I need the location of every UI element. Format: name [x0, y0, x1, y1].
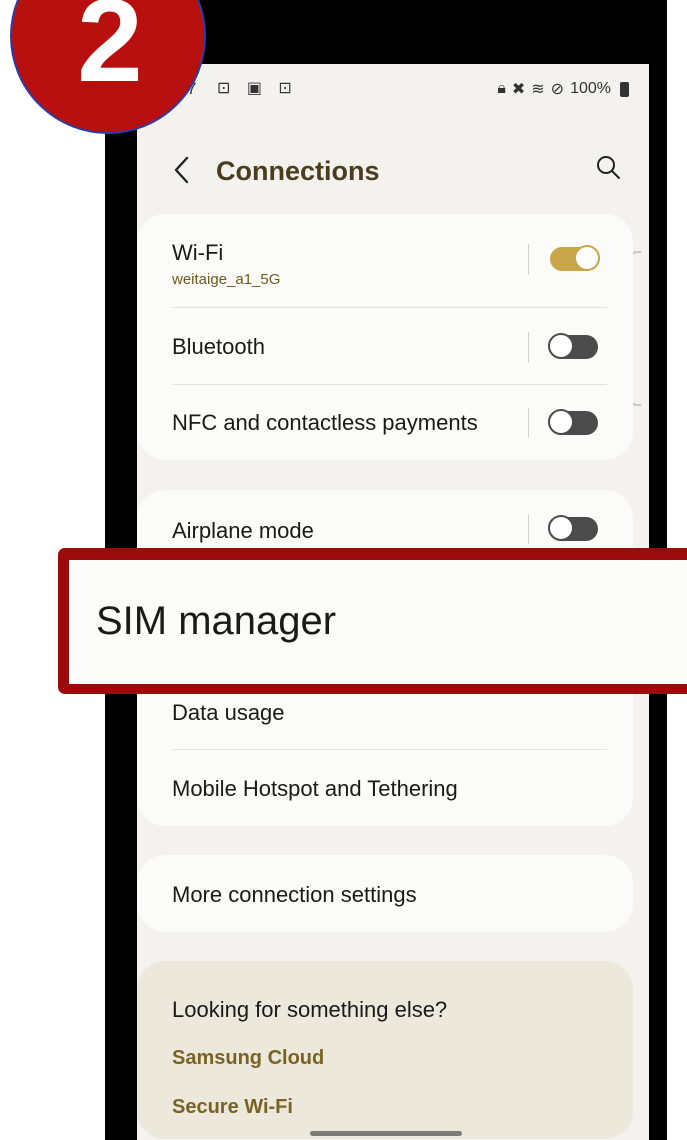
- lock-icon: 🔒︎: [497, 80, 506, 97]
- mute-icon: ✖: [511, 81, 526, 98]
- wifi-network: weitaige_a1_5G: [172, 271, 281, 288]
- data-usage-row[interactable]: Data usage: [172, 700, 613, 726]
- status-bar: 7 ⊡ ▣ ⊡ 🔒︎ ✖ ≋ ⊘ 100%: [137, 64, 649, 112]
- step-number: 2: [77, 0, 143, 107]
- airplane-row[interactable]: Airplane mode: [172, 518, 613, 544]
- hotspot-row[interactable]: Mobile Hotspot and Tethering: [172, 776, 613, 802]
- sim-manager-label: SIM manager: [96, 599, 337, 643]
- page-title: Connections: [216, 156, 380, 186]
- more-settings-label: More connection settings: [172, 882, 417, 907]
- more-settings-card[interactable]: More connection settings: [137, 855, 633, 932]
- bluetooth-row[interactable]: Bluetooth: [172, 334, 613, 360]
- divider: [172, 384, 607, 385]
- nfc-label: NFC and contactless payments: [172, 410, 478, 435]
- wifi-separator: [528, 244, 529, 274]
- airplane-separator: [528, 514, 529, 544]
- secure-wifi-link[interactable]: Secure Wi-Fi: [172, 1096, 293, 1119]
- wifi-row[interactable]: Wi-Fi weitaige_a1_5G: [172, 240, 613, 288]
- search-icon[interactable]: [593, 152, 625, 184]
- bluetooth-label: Bluetooth: [172, 334, 265, 359]
- divider: [172, 307, 607, 308]
- no-signal-icon: ⊘: [550, 81, 565, 98]
- airplane-label: Airplane mode: [172, 518, 314, 543]
- airplane-toggle[interactable]: [548, 515, 598, 541]
- battery-percent: 100%: [570, 80, 611, 97]
- status-right-icons: 🔒︎ ✖ ≋ ⊘ 100%: [497, 79, 629, 99]
- header: Connections: [137, 144, 649, 194]
- suggestions-card: Looking for something else? Samsung Clou…: [137, 961, 633, 1139]
- nfc-toggle[interactable]: [548, 409, 598, 435]
- nfc-row[interactable]: NFC and contactless payments: [172, 410, 613, 436]
- sim-manager-row[interactable]: SIM manager: [69, 560, 687, 684]
- divider: [172, 749, 607, 750]
- more-settings-row[interactable]: More connection settings: [172, 882, 613, 908]
- notification-icons: ⊡ ▣ ⊡: [217, 80, 298, 97]
- nfc-separator: [528, 408, 529, 438]
- data-usage-label: Data usage: [172, 700, 285, 725]
- home-indicator[interactable]: [310, 1131, 462, 1136]
- back-arrow-icon[interactable]: [167, 150, 197, 190]
- bluetooth-toggle[interactable]: [548, 333, 598, 359]
- hotspot-label: Mobile Hotspot and Tethering: [172, 776, 458, 801]
- suggestions-title: Looking for something else?: [172, 997, 448, 1022]
- wifi-signal-icon: ≋: [531, 81, 545, 98]
- bluetooth-separator: [528, 332, 529, 362]
- wifi-toggle[interactable]: [550, 245, 600, 271]
- wireless-card: Wi-Fi weitaige_a1_5G Bluetooth NFC and c…: [137, 214, 633, 460]
- battery-icon: [620, 81, 629, 97]
- wifi-label: Wi-Fi: [172, 240, 224, 265]
- samsung-cloud-link[interactable]: Samsung Cloud: [172, 1047, 324, 1070]
